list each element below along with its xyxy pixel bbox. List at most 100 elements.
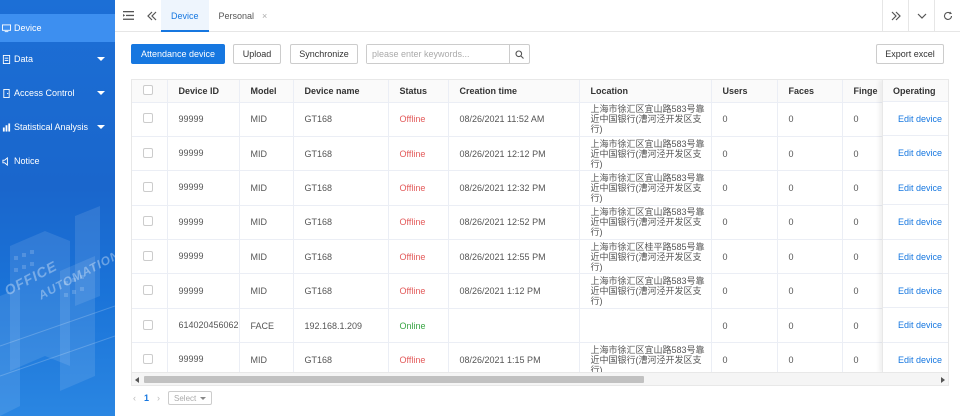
edit-device-link[interactable]: Edit device — [898, 286, 942, 296]
office-illustration — [0, 206, 115, 416]
op-cell: Edit device — [883, 205, 948, 240]
column-header[interactable]: Model — [239, 80, 294, 103]
cell-location: 上海市徐汇区宜山路583号靠近中国银行(漕河泾开发区支行) — [579, 102, 712, 137]
cell-time: 08/26/2021 1:12 PM — [448, 273, 580, 309]
cell-location: 上海市徐汇区宜山路583号靠近中国银行(漕河泾开发区支行) — [579, 205, 712, 241]
column-header[interactable]: Device ID — [167, 80, 240, 103]
chevron-down-icon[interactable] — [908, 0, 934, 32]
edit-device-link[interactable]: Edit device — [898, 320, 942, 330]
edit-device-link[interactable]: Edit device — [898, 148, 942, 158]
row-checkbox[interactable] — [143, 285, 153, 296]
column-header[interactable]: Finge — [842, 80, 885, 103]
row-checkbox[interactable] — [143, 319, 153, 330]
row-checkbox[interactable] — [143, 147, 153, 158]
tab-device[interactable]: Device — [161, 0, 209, 32]
refresh-icon[interactable] — [934, 0, 960, 32]
column-header[interactable]: Creation time — [448, 80, 580, 103]
cell-status: Offline — [388, 205, 449, 241]
double-chevron-left-icon[interactable] — [143, 7, 161, 25]
cell-faces: 0 — [777, 239, 843, 275]
cell-finger: 0 — [842, 239, 885, 275]
sidebar-item-access-control[interactable]: Access Control — [0, 76, 115, 110]
edit-device-link[interactable]: Edit device — [898, 355, 942, 365]
tab-personal[interactable]: Personal × — [209, 0, 278, 32]
chart-icon — [0, 121, 12, 133]
operating-column: Operating Edit device Edit device Edit dev… — [882, 80, 948, 378]
edit-device-link[interactable]: Edit device — [898, 217, 942, 227]
page-size-select[interactable]: Select — [168, 391, 213, 405]
row-checkbox[interactable] — [143, 353, 153, 364]
cell-time: 08/26/2021 12:32 PM — [448, 170, 580, 206]
select-all-checkbox[interactable] — [143, 84, 153, 95]
row-select-cell — [132, 102, 168, 137]
edit-device-link[interactable]: Edit device — [898, 114, 942, 124]
row-select-cell — [132, 136, 168, 172]
cell-users: 0 — [711, 273, 778, 309]
column-header[interactable]: Faces — [777, 80, 843, 103]
cell-model: MID — [239, 205, 294, 241]
op-cell: Edit device — [883, 308, 948, 343]
cell-model: MID — [239, 273, 294, 309]
next-page-button[interactable]: › — [157, 393, 160, 403]
edit-device-link[interactable]: Edit device — [898, 183, 942, 193]
chevron-down-icon — [97, 91, 105, 95]
prev-page-button[interactable]: ‹ — [133, 393, 136, 403]
tab-label: Device — [171, 10, 199, 21]
cell-model: MID — [239, 136, 294, 172]
cell-model: MID — [239, 239, 294, 275]
synchronize-button[interactable]: Synchronize — [290, 44, 358, 64]
row-select-cell — [132, 205, 168, 241]
sidebar-item-label: Notice — [14, 156, 40, 166]
table-header-row: Device ID Model Device name Status Creat… — [132, 80, 948, 103]
cell-id: 99999 — [167, 239, 240, 275]
column-header: Operating — [883, 80, 948, 102]
table-row: 99999 MID GT168 Offline 08/26/2021 11:52 AM 上… — [132, 102, 948, 137]
table-row: 99999 MID GT168 Offline 08/26/2021 12:12 PM 上… — [132, 136, 948, 172]
upload-button[interactable]: Upload — [233, 44, 281, 64]
op-cell: Edit device — [883, 274, 948, 309]
cell-location: 上海市徐汇区宜山路583号靠近中国银行(漕河泾开发区支行) — [579, 170, 712, 206]
row-checkbox[interactable] — [143, 250, 153, 261]
search-input[interactable] — [367, 45, 509, 63]
toolbar: Attendance device Upload Synchronize Exp… — [131, 44, 944, 64]
cell-model: MID — [239, 102, 294, 137]
sidebar-item-statistical-analysis[interactable]: Statistical Analysis — [0, 110, 115, 144]
tab-label: Personal — [218, 10, 255, 21]
search-box — [366, 44, 530, 64]
cell-finger: 0 — [842, 170, 885, 206]
current-page[interactable]: 1 — [144, 393, 149, 403]
monitor-icon — [0, 22, 12, 34]
cell-location — [579, 308, 712, 344]
scroll-left-arrow-icon[interactable] — [135, 377, 139, 383]
sidebar-item-label: Device — [14, 23, 42, 33]
column-header[interactable]: Location — [579, 80, 712, 103]
search-icon[interactable] — [509, 45, 529, 63]
edit-device-link[interactable]: Edit device — [898, 252, 942, 262]
sidebar-item-data[interactable]: Data — [0, 42, 115, 76]
op-cell: Edit device — [883, 171, 948, 206]
cell-id: 99999 — [167, 205, 240, 241]
scroll-right-arrow-icon[interactable] — [941, 377, 945, 383]
row-checkbox[interactable] — [143, 216, 153, 227]
row-select-cell — [132, 239, 168, 275]
double-chevron-right-icon[interactable] — [882, 0, 908, 32]
row-checkbox[interactable] — [143, 181, 153, 192]
column-header[interactable]: Users — [711, 80, 778, 103]
column-header[interactable]: Status — [388, 80, 449, 103]
scrollbar-thumb[interactable] — [144, 376, 644, 383]
cell-status: Offline — [388, 273, 449, 309]
select-placeholder: Select — [174, 393, 197, 403]
close-icon[interactable]: × — [262, 11, 267, 21]
sidebar-item-device[interactable]: Device — [0, 14, 115, 42]
export-excel-button[interactable]: Export excel — [876, 44, 944, 64]
door-icon — [0, 87, 12, 99]
menu-icon[interactable] — [119, 7, 137, 25]
cell-time: 08/26/2021 12:52 PM — [448, 205, 580, 241]
row-select-cell — [132, 273, 168, 309]
attendance-device-button[interactable]: Attendance device — [131, 44, 225, 64]
pagination: ‹ 1 › Select — [133, 391, 213, 405]
horizontal-scrollbar[interactable] — [132, 372, 948, 385]
column-header[interactable]: Device name — [293, 80, 389, 103]
sidebar-item-notice[interactable]: Notice — [0, 144, 115, 178]
row-checkbox[interactable] — [143, 113, 153, 124]
